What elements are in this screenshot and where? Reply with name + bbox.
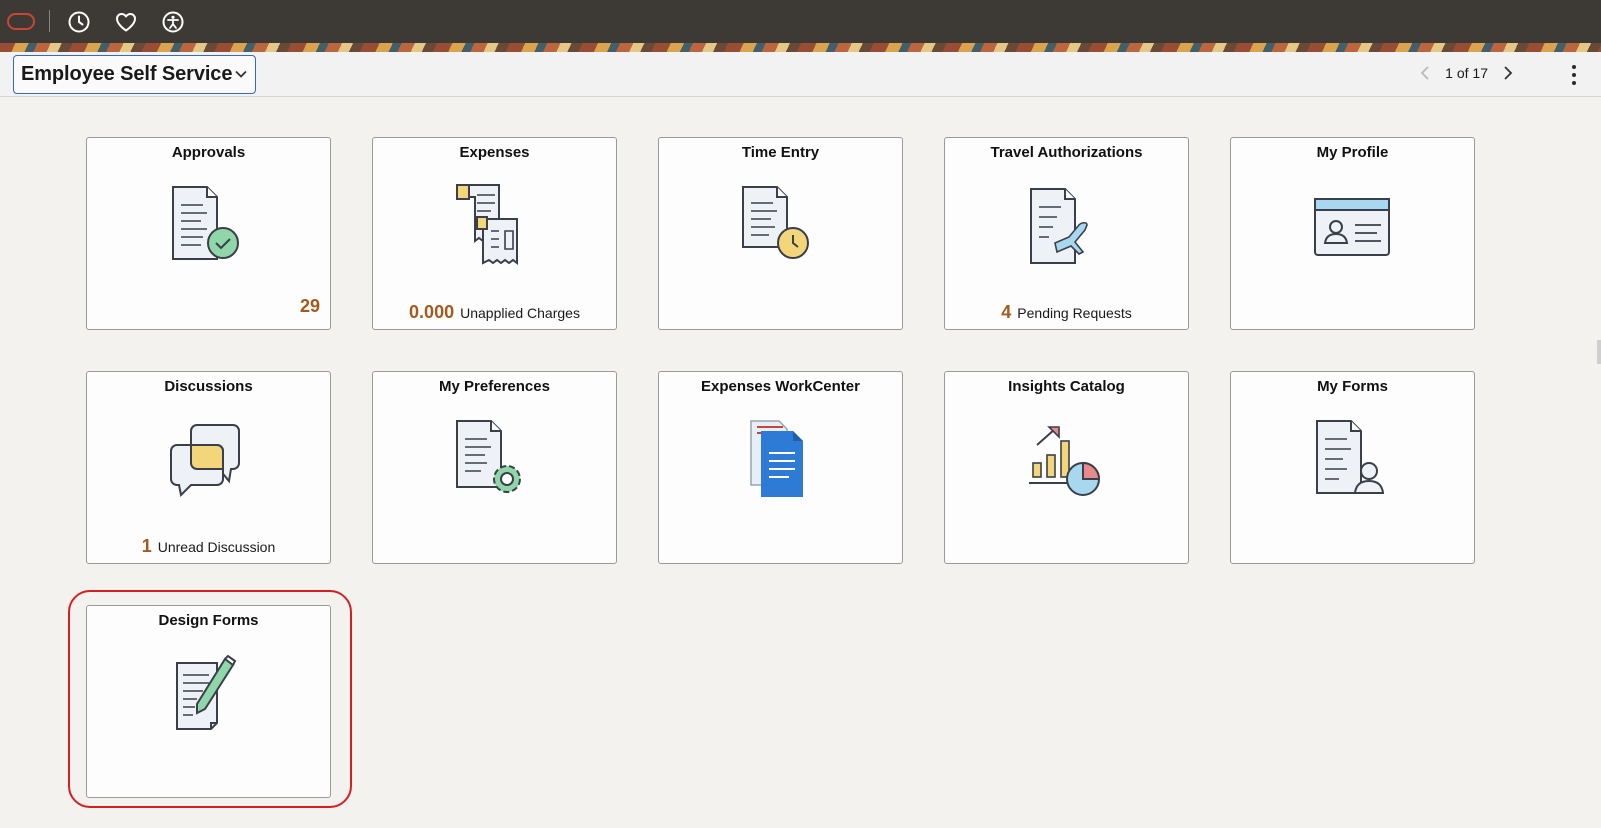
chevron-down-icon bbox=[235, 70, 247, 78]
tile-approvals[interactable]: Approvals 29 bbox=[86, 137, 331, 330]
travel-count: 4 bbox=[1001, 302, 1012, 322]
top-navigation-bar bbox=[0, 0, 1601, 43]
decorative-banner bbox=[0, 43, 1601, 52]
insights-icon bbox=[1025, 417, 1109, 501]
tile-my-preferences[interactable]: My Preferences bbox=[372, 371, 617, 564]
expenses-label: Unapplied Charges bbox=[460, 305, 580, 321]
expenses-icon bbox=[453, 183, 537, 267]
time-entry-icon bbox=[739, 183, 823, 267]
oracle-logo[interactable] bbox=[7, 13, 35, 30]
tile-title: My Forms bbox=[1317, 378, 1388, 395]
tile-discussions[interactable]: Discussions 1 Unread Discussion bbox=[86, 371, 331, 564]
tile-title: My Profile bbox=[1316, 144, 1389, 161]
next-page-icon[interactable] bbox=[1500, 64, 1516, 82]
homepage-pager: 1 of 17 bbox=[1417, 64, 1516, 82]
tile-my-forms[interactable]: My Forms bbox=[1230, 371, 1475, 564]
discussions-label: Unread Discussion bbox=[157, 539, 276, 555]
discussions-count: 1 bbox=[141, 536, 152, 556]
tile-design-forms[interactable]: Design Forms bbox=[86, 605, 331, 798]
homepage-selector[interactable]: Employee Self Service bbox=[13, 55, 256, 94]
tile-footer: 0.000 Unapplied Charges bbox=[373, 302, 616, 323]
tile-insights-catalog[interactable]: Insights Catalog bbox=[944, 371, 1189, 564]
previous-page-icon[interactable] bbox=[1417, 64, 1433, 82]
tile-title: My Preferences bbox=[439, 378, 550, 395]
approvals-count: 29 bbox=[299, 296, 320, 316]
preferences-icon bbox=[453, 417, 537, 501]
tile-expenses[interactable]: Expenses 0.000 Unapplied Charges bbox=[372, 137, 617, 330]
tile-expenses-workcenter[interactable]: Expenses WorkCenter bbox=[658, 371, 903, 564]
recent-history-icon[interactable] bbox=[67, 10, 91, 34]
homepage-title: Employee Self Service bbox=[21, 63, 233, 85]
topbar-divider bbox=[49, 10, 50, 32]
actions-menu-icon[interactable] bbox=[1567, 65, 1581, 85]
tile-my-profile[interactable]: My Profile bbox=[1230, 137, 1475, 330]
tile-time-entry[interactable]: Time Entry bbox=[658, 137, 903, 330]
tile-title: Travel Authorizations bbox=[990, 144, 1143, 161]
page-count: 1 of 17 bbox=[1445, 65, 1488, 81]
tile-title: Approvals bbox=[171, 144, 246, 161]
tile-footer: 4 Pending Requests bbox=[945, 302, 1188, 323]
discussions-icon bbox=[167, 417, 251, 501]
profile-card-icon bbox=[1311, 183, 1395, 267]
tile-title: Design Forms bbox=[158, 612, 259, 629]
homepage-header: Employee Self Service 1 of 17 bbox=[0, 52, 1601, 97]
scrollbar[interactable] bbox=[1597, 340, 1601, 364]
tile-title: Time Entry bbox=[741, 144, 820, 161]
approvals-icon bbox=[167, 183, 251, 267]
tile-title: Discussions bbox=[164, 378, 253, 395]
travel-authorization-icon bbox=[1025, 183, 1109, 267]
my-forms-icon bbox=[1311, 417, 1395, 501]
workcenter-icon bbox=[739, 417, 823, 501]
tile-footer: 1 Unread Discussion bbox=[87, 536, 330, 557]
tile-travel-authorizations[interactable]: Travel Authorizations 4 Pending Requests bbox=[944, 137, 1189, 330]
favorites-icon[interactable] bbox=[114, 10, 138, 34]
tile-title: Expenses WorkCenter bbox=[701, 378, 860, 395]
accessibility-icon[interactable] bbox=[161, 10, 185, 34]
expenses-count: 0.000 bbox=[409, 302, 455, 322]
design-forms-icon bbox=[167, 651, 251, 735]
tile-title: Insights Catalog bbox=[1008, 378, 1125, 395]
travel-label: Pending Requests bbox=[1017, 305, 1132, 321]
tile-title: Expenses bbox=[459, 144, 530, 161]
